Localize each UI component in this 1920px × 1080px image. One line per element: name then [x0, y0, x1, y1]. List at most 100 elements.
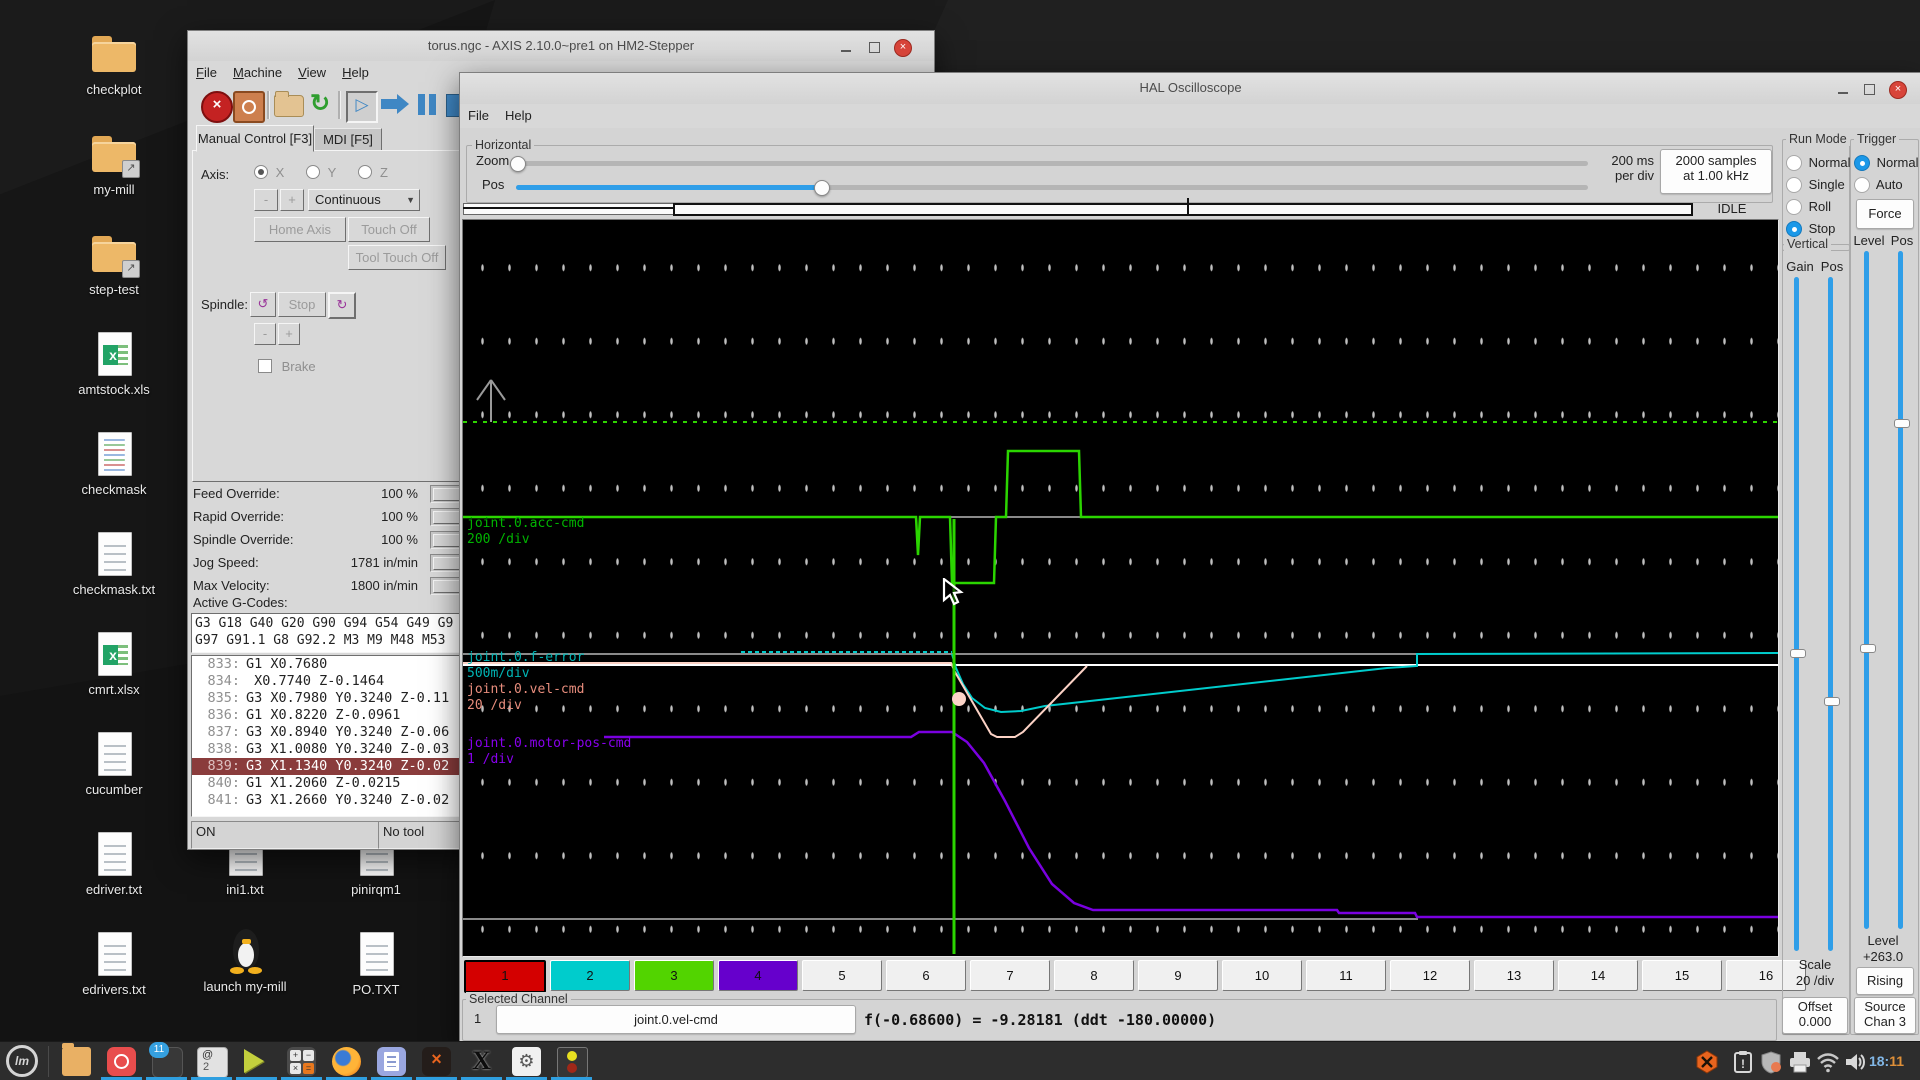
desktop-icon-step-test[interactable]: ↗step-test — [66, 230, 162, 297]
open-file-button[interactable] — [274, 95, 304, 117]
menu-file[interactable]: File — [188, 61, 225, 84]
desktop-icon-edrivers-txt[interactable]: edrivers.txt — [66, 930, 162, 997]
spindle-minus-button[interactable]: - — [254, 323, 276, 345]
channel-button-1[interactable]: 1 — [464, 960, 546, 993]
desktop-icon-cucumber[interactable]: cucumber — [66, 730, 162, 797]
desktop-icon-checkplot[interactable]: checkplot — [66, 30, 162, 97]
keyboard-layout-icon[interactable]: @2 — [197, 1047, 228, 1078]
clipboard-tray-icon[interactable]: ! — [1731, 1050, 1755, 1074]
run-mode-radio-stop[interactable]: Stop — [1786, 221, 1835, 237]
run-program-button[interactable]: ▷ — [346, 91, 378, 123]
selected-channel-name-button[interactable]: joint.0.vel-cmd — [496, 1005, 856, 1034]
red-media-icon[interactable] — [107, 1047, 136, 1076]
desktop-icon-checkmask[interactable]: checkmask — [66, 430, 162, 497]
spindle-ccw-button[interactable]: ↺ — [250, 292, 276, 317]
menu-machine[interactable]: Machine — [225, 61, 290, 84]
desktop-icon-po-txt[interactable]: PO.TXT — [328, 930, 424, 997]
minimize-button[interactable] — [1835, 81, 1851, 97]
trigger-edge-button[interactable]: Rising — [1856, 967, 1914, 995]
zoom-slider-knob[interactable] — [510, 156, 526, 172]
spindle-plus-button[interactable]: + — [278, 323, 300, 345]
hexchat-tray-icon[interactable] — [1695, 1050, 1719, 1074]
desktop-icon-launch-my-mill[interactable]: launch my-mill — [197, 927, 293, 994]
mint-menu-button[interactable]: lm — [6, 1045, 38, 1077]
desktop-icon-edriver-txt[interactable]: edriver.txt — [66, 830, 162, 897]
vertical-gain-slider[interactable] — [1794, 277, 1799, 951]
channel-button-3[interactable]: 3 — [634, 960, 714, 991]
trigger-radio-normal[interactable]: Normal — [1854, 155, 1919, 171]
axis-radio-x[interactable]: X — [254, 165, 284, 180]
channel-button-9[interactable]: 9 — [1138, 960, 1218, 991]
spindle-cw-button[interactable]: ↻ — [328, 292, 356, 319]
pos-slider-knob[interactable] — [814, 180, 830, 196]
menu-file[interactable]: File — [460, 104, 497, 127]
trigger-radio-auto[interactable]: Auto — [1854, 177, 1903, 193]
axis-radio-y[interactable]: Y — [306, 165, 336, 180]
printer-tray-icon[interactable] — [1788, 1050, 1812, 1074]
maximize-button[interactable] — [866, 39, 882, 55]
trigger-source-button[interactable]: SourceChan 3 — [1854, 997, 1916, 1034]
record-view-window[interactable] — [673, 203, 1693, 216]
terminal-badge-icon[interactable]: 11 — [152, 1047, 183, 1078]
jog-minus-button[interactable]: - — [254, 189, 278, 211]
tool-touch-off-button[interactable]: Tool Touch Off — [348, 245, 446, 270]
wifi-tray-icon[interactable] — [1816, 1050, 1840, 1074]
channel-button-7[interactable]: 7 — [970, 960, 1050, 991]
spindle-stop-button[interactable]: Stop — [278, 292, 326, 317]
close-button[interactable]: × — [894, 39, 912, 57]
channel-button-2[interactable]: 2 — [550, 960, 630, 991]
axis-titlebar[interactable]: torus.ngc - AXIS 2.10.0~pre1 on HM2-Step… — [188, 31, 934, 62]
trigger-pos-slider[interactable] — [1898, 251, 1903, 929]
run-mode-radio-single[interactable]: Single — [1786, 177, 1845, 193]
desktop-icon-amtstock-xls[interactable]: xamtstock.xls — [66, 330, 162, 397]
desktop-icon-checkmask-txt[interactable]: checkmask.txt — [66, 530, 162, 597]
abort-button[interactable]: × — [201, 91, 233, 123]
hexchat-dark-icon[interactable] — [422, 1047, 451, 1076]
calculator-icon[interactable]: +−×= — [287, 1047, 316, 1076]
run-mode-radio-roll[interactable]: Roll — [1786, 199, 1831, 215]
menu-help[interactable]: Help — [497, 104, 540, 127]
axis-radio-z[interactable]: Z — [358, 165, 388, 180]
menu-help[interactable]: Help — [334, 61, 377, 84]
firefox-icon[interactable] — [332, 1047, 361, 1076]
trigger-level-slider[interactable] — [1864, 251, 1869, 929]
close-button[interactable]: × — [1889, 81, 1907, 99]
channel-button-10[interactable]: 10 — [1222, 960, 1302, 991]
home-axis-button[interactable]: Home Axis — [254, 217, 346, 242]
channel-button-11[interactable]: 11 — [1306, 960, 1386, 991]
touch-off-button[interactable]: Touch Off — [348, 217, 430, 242]
channel-button-12[interactable]: 12 — [1390, 960, 1470, 991]
zoom-slider[interactable] — [516, 161, 1588, 166]
channel-button-14[interactable]: 14 — [1558, 960, 1638, 991]
desktop-icon-my-mill[interactable]: ↗my-mill — [66, 130, 162, 197]
channel-button-13[interactable]: 13 — [1474, 960, 1554, 991]
tab-manual-control[interactable]: Manual Control [F3] — [196, 125, 314, 152]
reload-button[interactable]: ↻ — [306, 91, 334, 119]
run-mode-radio-normal[interactable]: Normal — [1786, 155, 1851, 171]
maximize-button[interactable] — [1861, 81, 1877, 97]
channel-button-15[interactable]: 15 — [1642, 960, 1722, 991]
machine-power-button[interactable] — [233, 91, 265, 123]
jog-plus-button[interactable]: + — [280, 189, 304, 211]
settings-icon[interactable]: ⚙ — [512, 1047, 541, 1076]
pause-button[interactable] — [414, 91, 442, 119]
menu-view[interactable]: View — [290, 61, 334, 84]
vertical-pos-slider[interactable] — [1828, 277, 1833, 951]
vertical-offset-button[interactable]: Offset0.000 — [1782, 997, 1848, 1034]
shield-tray-icon[interactable] — [1759, 1050, 1783, 1074]
channel-button-8[interactable]: 8 — [1054, 960, 1134, 991]
clock[interactable]: 18:11 — [1869, 1053, 1904, 1069]
desktop-icon-cmrt-xlsx[interactable]: xcmrt.xlsx — [66, 630, 162, 697]
brake-checkbox[interactable] — [258, 359, 272, 373]
jog-mode-dropdown[interactable]: Continuous ▼ — [308, 189, 420, 211]
scope-titlebar[interactable]: HAL Oscilloscope × — [460, 73, 1920, 105]
arrow-launcher-icon[interactable] — [242, 1047, 271, 1076]
volume-tray-icon[interactable] — [1843, 1050, 1867, 1074]
channel-button-6[interactable]: 6 — [886, 960, 966, 991]
minimize-button[interactable] — [838, 39, 854, 55]
latex-icon[interactable]: X — [467, 1047, 496, 1076]
scope-launcher-icon[interactable] — [557, 1047, 588, 1078]
force-trigger-button[interactable]: Force — [1856, 199, 1914, 229]
samples-button[interactable]: 2000 samplesat 1.00 kHz — [1660, 149, 1772, 194]
scope-display[interactable]: joint.0.acc-cmd200 /divjoint.0.f-error50… — [462, 219, 1779, 957]
